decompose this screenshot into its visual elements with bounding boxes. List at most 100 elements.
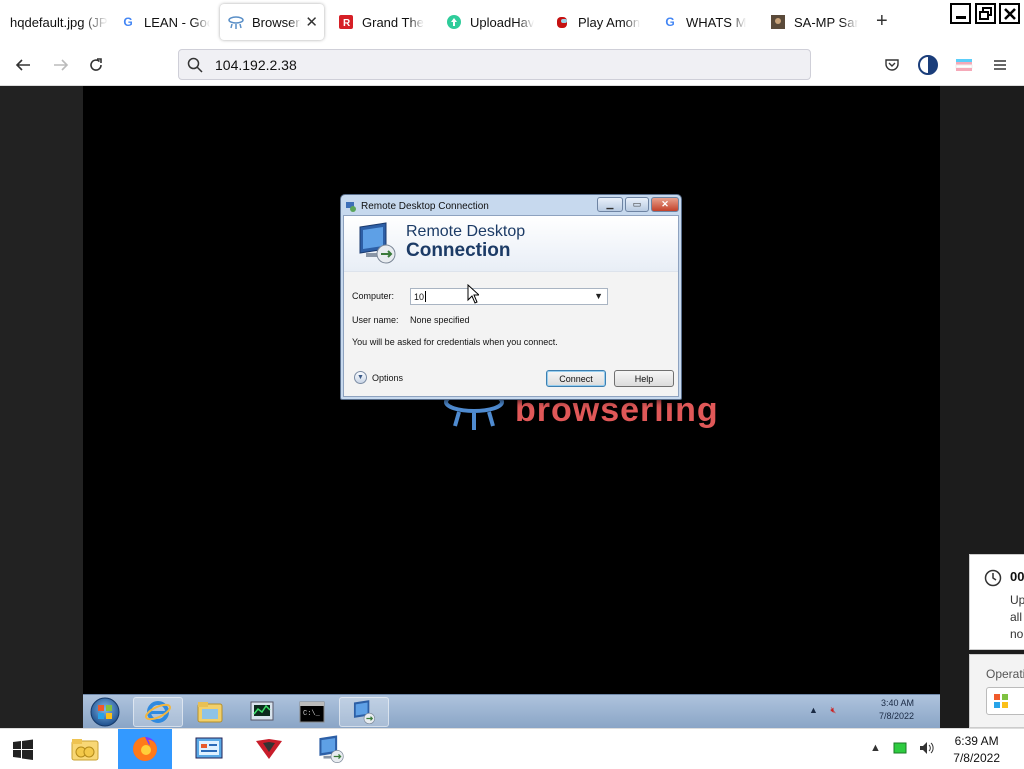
close-window-button[interactable] bbox=[999, 3, 1020, 24]
command-prompt-taskbar-button[interactable]: C:\_ bbox=[287, 697, 337, 727]
tab-title: Browserling bbox=[252, 14, 302, 30]
computer-combobox[interactable]: 10 ▼ bbox=[410, 288, 608, 305]
windows-flag-icon bbox=[994, 694, 1008, 708]
tab-gta[interactable]: R Grand Theft Auto bbox=[338, 4, 424, 40]
dropdown-arrow-icon[interactable]: ▼ bbox=[594, 291, 603, 301]
browserling-icon bbox=[228, 14, 244, 30]
google-icon: G bbox=[665, 15, 675, 29]
host-clock[interactable]: 6:39 AM 7/8/2022 bbox=[953, 733, 1000, 767]
tab-among-us[interactable]: Play Among Us bbox=[554, 4, 640, 40]
credentials-info-text: You will be asked for credentials when y… bbox=[352, 337, 558, 347]
remote-date: 7/8/2022 bbox=[878, 711, 914, 721]
connect-button[interactable]: Connect bbox=[546, 370, 606, 387]
windows7-start-button[interactable] bbox=[87, 696, 123, 728]
remote-taskbar: C:\_ ▲ 🔇︎ 3:40 AM 7/8/2022 bbox=[83, 694, 940, 728]
username-label: User name: bbox=[352, 315, 399, 325]
rdc-minimize-button[interactable]: ▁ bbox=[597, 197, 623, 212]
url-input[interactable] bbox=[213, 55, 773, 74]
tab-title: Play Among Us bbox=[578, 14, 640, 30]
pocket-button[interactable] bbox=[879, 52, 905, 78]
remote-desktop-taskbar-button[interactable] bbox=[339, 697, 389, 727]
host-time: 6:39 AM bbox=[954, 734, 999, 748]
reload-button[interactable] bbox=[83, 52, 109, 78]
restore-button[interactable] bbox=[975, 3, 996, 24]
host-date: 7/8/2022 bbox=[953, 751, 1000, 765]
remote-desktop-view[interactable]: browserling Remote Desktop Connection ▁ … bbox=[83, 86, 940, 728]
samp-icon bbox=[770, 14, 786, 30]
file-explorer-icon bbox=[71, 739, 99, 761]
back-button[interactable] bbox=[10, 52, 36, 78]
firefox-taskbar-button[interactable] bbox=[118, 729, 172, 769]
tab-whats-my[interactable]: G WHATS MY bbox=[662, 4, 746, 40]
tab-hqdefault[interactable]: hqdefault.jpg (JPEG bbox=[10, 4, 108, 40]
tab-title: SA-MP San Andreas bbox=[794, 14, 858, 30]
navigation-bar bbox=[0, 44, 1024, 86]
help-button[interactable]: Help bbox=[614, 370, 674, 387]
notification-action-button[interactable] bbox=[986, 687, 1024, 715]
windows-start-button[interactable] bbox=[12, 739, 34, 761]
remote-desktop-host-taskbar-button[interactable] bbox=[304, 729, 358, 769]
notification-heading: 00 bbox=[1010, 569, 1024, 584]
options-toggle[interactable]: ▼ Options bbox=[354, 371, 403, 384]
internet-explorer-icon bbox=[145, 701, 171, 723]
firefox-icon bbox=[133, 737, 157, 761]
show-hidden-icons-icon[interactable]: ▲ bbox=[809, 705, 818, 715]
windows-explorer-taskbar-button[interactable] bbox=[185, 697, 235, 727]
task-manager-icon bbox=[250, 701, 274, 721]
notification-card[interactable]: 00 Up all no bbox=[969, 554, 1024, 650]
tab-samp[interactable]: SA-MP San Andreas bbox=[770, 4, 858, 40]
tab-title: UploadHaven bbox=[470, 14, 534, 30]
new-tab-button[interactable]: + bbox=[876, 10, 888, 33]
account-button[interactable] bbox=[951, 52, 977, 78]
hamburger-icon bbox=[994, 60, 1006, 70]
back-arrow-icon bbox=[15, 59, 30, 71]
rockstar-icon: R bbox=[338, 14, 354, 30]
host-system-tray: ▲ bbox=[870, 741, 935, 755]
show-hidden-icons-icon[interactable]: ▲ bbox=[870, 742, 881, 754]
tab-lean-google[interactable]: G LEAN - Google bbox=[120, 4, 210, 40]
tab-title: WHATS MY bbox=[686, 14, 746, 30]
folder-icon bbox=[197, 702, 223, 723]
notification-line: all bbox=[1010, 610, 1023, 624]
control-panel-icon bbox=[195, 737, 223, 759]
antivirus-taskbar-button[interactable] bbox=[242, 729, 296, 769]
file-explorer-taskbar-button[interactable] bbox=[58, 729, 112, 769]
svg-text:C:\_: C:\_ bbox=[303, 710, 321, 718]
rdc-window-title: Remote Desktop Connection bbox=[361, 200, 489, 212]
notification-footer-text: Operatio bbox=[986, 667, 1024, 681]
dark-reader-icon bbox=[918, 55, 938, 75]
volume-muted-icon[interactable]: 🔇︎ bbox=[830, 705, 836, 715]
computer-label: Computer: bbox=[352, 291, 395, 301]
remote-tray-icons: ▲ 🔇︎ bbox=[809, 705, 836, 716]
tab-browserling[interactable]: Browserling ✕ bbox=[220, 4, 324, 40]
rdc-small-icon bbox=[346, 201, 356, 212]
tab-title: Grand Theft Auto bbox=[362, 14, 424, 30]
forward-button[interactable] bbox=[48, 52, 74, 78]
uploadhaven-icon bbox=[446, 14, 462, 30]
rdc-dialog: Remote Desktop Connection ▁ ▭ ✕ Remote D… bbox=[340, 194, 682, 400]
extension-button[interactable] bbox=[915, 52, 941, 78]
volume-icon[interactable] bbox=[919, 741, 935, 755]
host-taskbar: ▲ 6:39 AM 7/8/2022 bbox=[0, 728, 1024, 769]
minimize-button[interactable] bbox=[950, 3, 971, 24]
battery-icon[interactable] bbox=[893, 742, 907, 754]
rdc-maximize-button[interactable]: ▭ bbox=[625, 197, 649, 212]
rdc-banner: Remote Desktop Connection bbox=[344, 216, 678, 272]
notification-card-2[interactable]: Operatio bbox=[969, 654, 1024, 728]
command-prompt-icon: C:\_ bbox=[299, 701, 325, 723]
control-panel-taskbar-button[interactable] bbox=[182, 729, 236, 769]
rdc-close-button[interactable]: ✕ bbox=[651, 197, 679, 212]
url-bar[interactable] bbox=[178, 49, 811, 80]
mouse-pointer-icon bbox=[467, 284, 479, 304]
internet-explorer-taskbar-button[interactable] bbox=[133, 697, 183, 727]
task-manager-taskbar-button[interactable] bbox=[237, 697, 287, 727]
remote-clock[interactable]: 3:40 AM 7/8/2022 bbox=[879, 697, 914, 723]
rdc-banner-title-line2: Connection bbox=[406, 240, 511, 261]
computer-input[interactable]: 10 bbox=[414, 292, 424, 302]
rdc-banner-title-line1: Remote Desktop bbox=[406, 223, 526, 240]
tab-uploadhaven[interactable]: UploadHaven bbox=[446, 4, 534, 40]
notification-line: no bbox=[1010, 627, 1024, 641]
close-tab-icon[interactable]: ✕ bbox=[305, 13, 318, 31]
menu-button[interactable] bbox=[987, 52, 1013, 78]
rdc-titlebar: Remote Desktop Connection bbox=[345, 197, 489, 215]
